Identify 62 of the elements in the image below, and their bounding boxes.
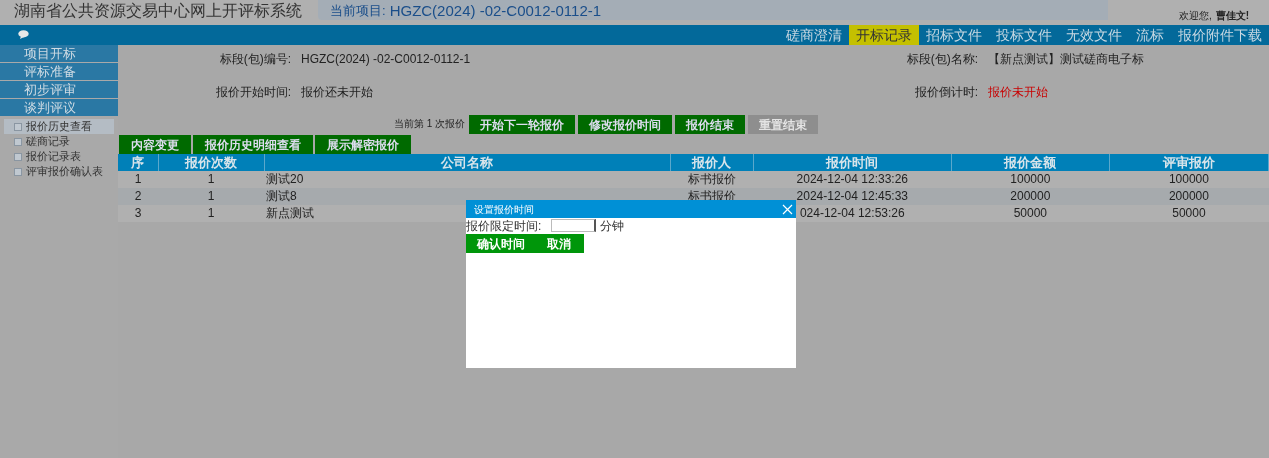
table-cell: 标书报价 xyxy=(687,172,736,186)
table-cell: 2 xyxy=(134,189,142,203)
table-cell: 测试20 xyxy=(266,172,304,186)
sidebar-item[interactable]: 磋商记录 xyxy=(4,134,114,149)
table-cell: 新点测试 xyxy=(266,206,315,220)
toolbar-button[interactable]: 展示解密报价 xyxy=(315,135,411,154)
field-label: 报价开始时间: xyxy=(214,84,292,100)
field-value: 报价未开始 xyxy=(988,84,1049,100)
nav-tab[interactable]: 磋商澄清 xyxy=(779,25,849,45)
table-cell: 1 xyxy=(134,172,142,186)
table-cell: 1 xyxy=(207,206,215,220)
table-cell: 100000 xyxy=(1168,172,1209,186)
nav-tab[interactable]: 投标文件 xyxy=(989,25,1059,45)
user-name: 曹佳文! xyxy=(1215,10,1249,22)
field-label: 标段(包)编号: xyxy=(218,51,292,67)
minutes-input[interactable] xyxy=(551,219,597,232)
sidebar-section[interactable]: 评标准备 xyxy=(0,63,118,80)
nav-tab[interactable]: 招标文件 xyxy=(919,25,989,45)
nav-tab[interactable]: 流标 xyxy=(1129,25,1171,45)
sidebar-item[interactable]: 报价历史查看 xyxy=(4,119,114,134)
nav-tab[interactable]: 开标记录 xyxy=(849,25,919,45)
table-cell: 1 xyxy=(207,172,215,186)
current-project-label: 当前项目: xyxy=(330,2,386,18)
unit-label: 分钟 xyxy=(600,217,625,235)
dialog-button[interactable]: 确认时间 xyxy=(466,234,536,253)
table-cell: 2024-12-04 12:33:26 xyxy=(796,172,908,186)
dialog-button[interactable]: 取消 xyxy=(536,234,582,253)
welcome-text: 欢迎您, xyxy=(1178,10,1212,22)
table-cell: 100000 xyxy=(1010,172,1051,186)
field-value: 【新点测试】测试磋商电子标 xyxy=(988,51,1145,67)
field-label: 报价倒计时: xyxy=(913,84,979,100)
round-button[interactable]: 开始下一轮报价 xyxy=(469,115,576,134)
sidebar-item[interactable]: 评审报价确认表 xyxy=(4,164,114,179)
round-button[interactable]: 报价结束 xyxy=(675,115,746,134)
dialog-title: 设置报价时间 xyxy=(474,202,534,217)
table-cell: 3 xyxy=(134,206,142,220)
field-label: 标段(包)名称: xyxy=(905,51,979,67)
table-cell: 2024-12-04 12:45:33 xyxy=(796,189,908,203)
table-cell: 200000 xyxy=(1010,189,1051,203)
sidebar-item[interactable]: 报价记录表 xyxy=(4,149,114,164)
field-value: HGZC(2024) -02-C0012-0112-1 xyxy=(301,51,472,67)
current-project-code: HGZC(2024) -02-C0012-0112-1 xyxy=(389,1,602,19)
close-icon[interactable] xyxy=(782,203,793,215)
toolbar-button[interactable]: 内容变更 xyxy=(119,135,191,154)
sidebar-section[interactable]: 项目开标 xyxy=(0,45,118,62)
field-value: 报价还未开始 xyxy=(301,84,374,100)
table-cell: 测试8 xyxy=(266,189,297,203)
table-cell: 024-12-04 12:53:26 xyxy=(799,206,905,220)
toolbar-button[interactable]: 报价历史明细查看 xyxy=(193,135,313,154)
nav-tab[interactable]: 无效文件 xyxy=(1059,25,1129,45)
table-cell: 200000 xyxy=(1168,189,1209,203)
nav-tab[interactable]: 报价附件下载 xyxy=(1171,25,1269,45)
system-title: 湖南省公共资源交易中心网上开评标系统 xyxy=(14,2,302,20)
table-cell: 50000 xyxy=(1172,206,1206,220)
table-cell: 1 xyxy=(207,189,215,203)
round-note: 当前第 1 次报价 xyxy=(394,117,466,131)
table-cell: 50000 xyxy=(1013,206,1048,220)
round-button[interactable]: 修改报价时间 xyxy=(578,115,673,134)
chat-icon[interactable] xyxy=(18,30,29,39)
field-label: 报价限定时间: xyxy=(466,217,542,235)
sidebar-section[interactable]: 谈判评议 xyxy=(0,99,118,116)
sidebar-section[interactable]: 初步评审 xyxy=(0,81,118,98)
